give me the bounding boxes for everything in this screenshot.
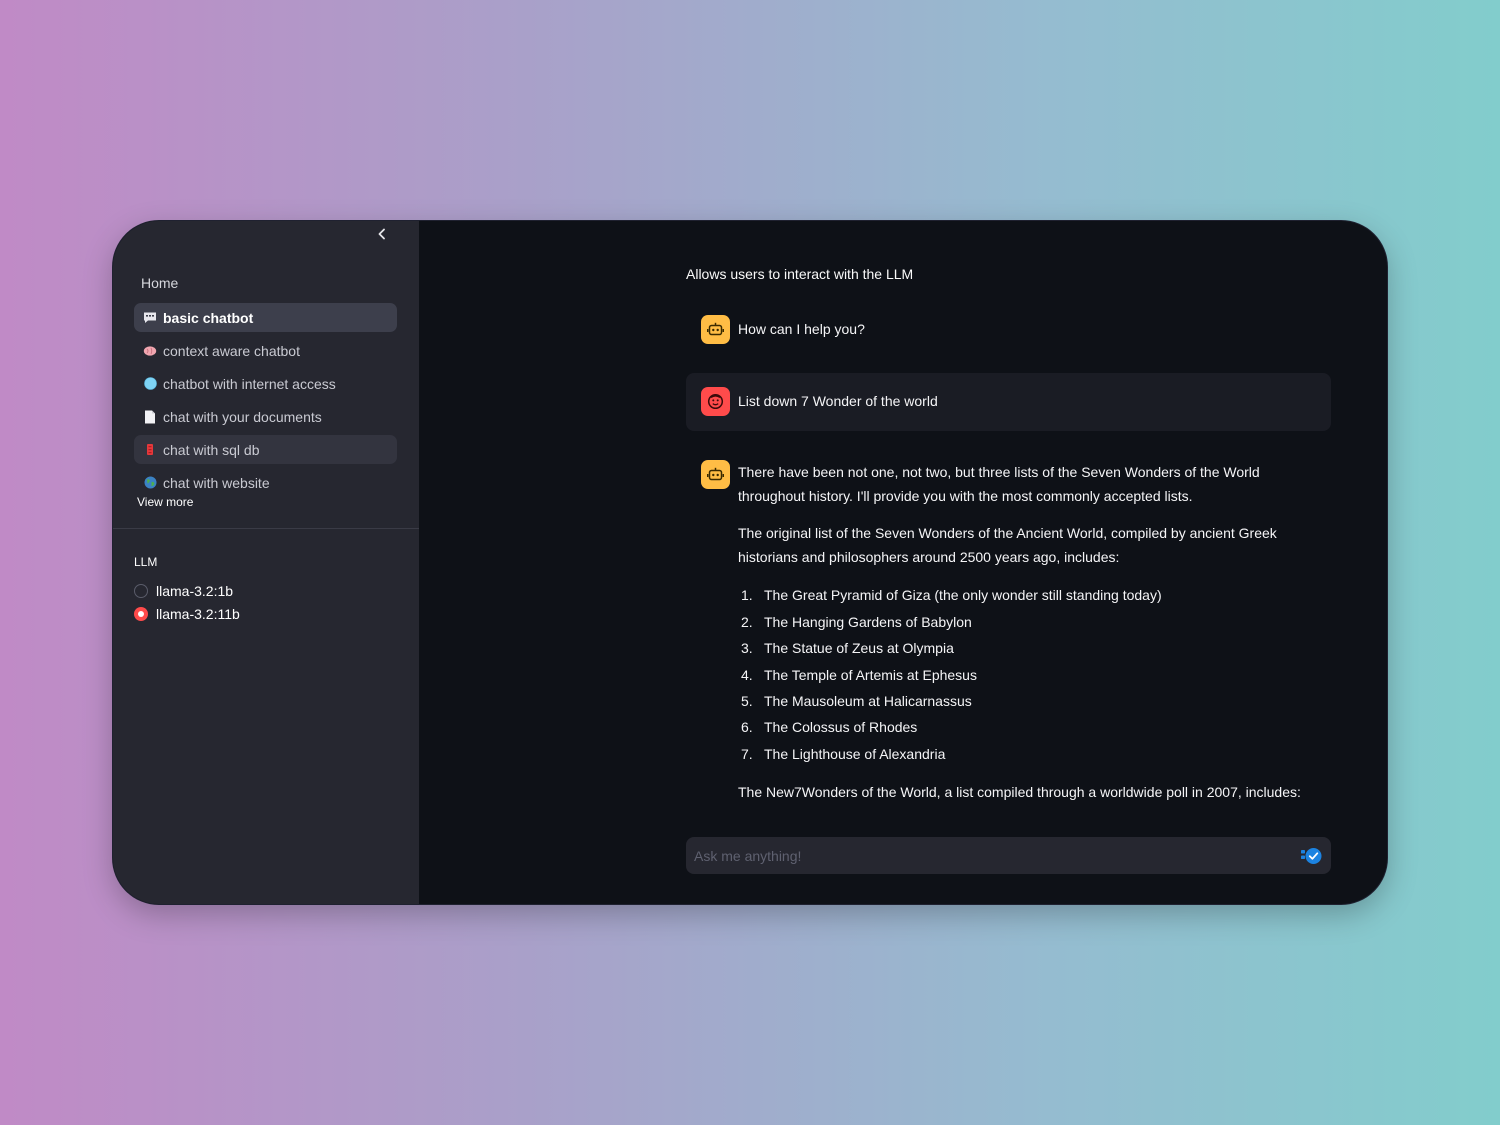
radio-unselected[interactable] [134, 583, 148, 598]
sidebar-divider [113, 528, 419, 529]
message-body: There have been not one, not two, but th… [738, 461, 1330, 818]
robot-icon [707, 322, 724, 336]
list-item: 1. The Great Pyramid of Giza (the only wo… [741, 587, 1162, 604]
nav-item-label: chat with website [163, 474, 270, 491]
send-button[interactable] [1299, 843, 1325, 869]
chat-message-user: List down 7 Wonder of the world [686, 373, 1331, 431]
list-item: 3. The Statue of Zeus at Olympia [741, 640, 954, 657]
nav-list: basic chatbot context aware chatbot chat… [134, 303, 397, 501]
nav-item-chat-website[interactable]: chat with website [134, 468, 397, 497]
list-item: 4. The Temple of Artemis at Ephesus [741, 666, 977, 683]
nav-item-basic-chatbot[interactable]: basic chatbot [134, 303, 397, 332]
brain-icon [143, 344, 157, 358]
speech-bubble-icon [143, 311, 157, 325]
list-item: 2. The Hanging Gardens of Babylon [741, 613, 972, 630]
llm-option-label: llama-3.2:1b [156, 582, 234, 599]
nav-item-label: basic chatbot [163, 309, 254, 326]
nav-item-chat-documents[interactable]: chat with your documents [134, 402, 397, 431]
llm-option-1b[interactable]: llama-3.2:1b [134, 579, 240, 602]
chat-message-assistant: How can I help you? [686, 308, 1331, 351]
nav-home[interactable]: Home [141, 275, 178, 291]
bot-avatar [701, 315, 730, 344]
chat-input-bar [686, 837, 1331, 874]
nav-item-label: chat with your documents [163, 408, 322, 425]
nav-item-chat-sql[interactable]: chat with sql db [134, 435, 397, 464]
main-content: Allows users to interact with the LLM Ho… [419, 221, 1387, 904]
smiley-face-icon [707, 393, 724, 410]
view-more-link[interactable]: View more [137, 495, 193, 509]
list-item: 7. The Lighthouse of Alexandria [741, 745, 946, 762]
wonders-list: 1. The Great Pyramid of Giza (the only wo… [738, 583, 1330, 768]
chevron-left-icon [378, 228, 385, 240]
database-icon [143, 443, 157, 457]
llm-radio-label: LLM [134, 555, 158, 569]
message-paragraph: The original list of the Seven Wonders o… [738, 525, 1277, 565]
robot-icon [707, 467, 724, 481]
message-text: List down 7 Wonder of the world [738, 393, 938, 409]
send-check-icon [1301, 847, 1322, 864]
collapse-sidebar-button[interactable] [371, 223, 393, 245]
bot-avatar [701, 460, 730, 489]
message-paragraph: There have been not one, not two, but th… [738, 464, 1260, 504]
user-avatar [701, 387, 730, 416]
nav-item-context-aware-chatbot[interactable]: context aware chatbot [134, 336, 397, 365]
message-text: How can I help you? [738, 321, 865, 337]
llm-option-11b[interactable]: llama-3.2:11b [134, 602, 240, 625]
radio-selected[interactable] [134, 606, 148, 621]
sidebar: Home basic chatbot context aware chatbot… [113, 221, 419, 904]
page-caption: Allows users to interact with the LLM [686, 266, 914, 282]
document-icon [143, 410, 157, 424]
llm-radio-group: llama-3.2:1b llama-3.2:11b [134, 579, 240, 625]
app-window: Home basic chatbot context aware chatbot… [113, 221, 1387, 904]
llm-option-label: llama-3.2:11b [156, 605, 240, 622]
chat-input[interactable] [686, 837, 1299, 874]
list-item: 5. The Mausoleum at Halicarnassus [741, 693, 972, 709]
message-paragraph: The New7Wonders of the World, a list com… [738, 783, 1301, 800]
nav-item-label: chat with sql db [163, 441, 260, 458]
nav-item-label: context aware chatbot [163, 342, 300, 359]
chat-message-assistant: There have been not one, not two, but th… [686, 455, 1331, 815]
nav-item-label: chatbot with internet access [163, 375, 336, 392]
nav-item-chatbot-internet[interactable]: chatbot with internet access [134, 369, 397, 398]
web-globe-icon [143, 476, 157, 490]
list-item: 6. The Colossus of Rhodes [741, 719, 918, 736]
globe-icon [143, 377, 157, 391]
